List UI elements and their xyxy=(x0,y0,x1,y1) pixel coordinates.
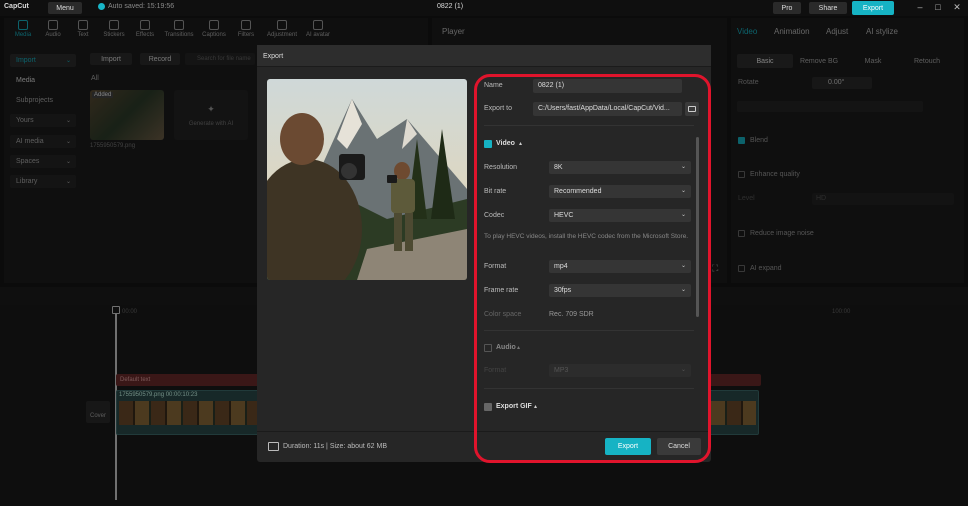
autosave-icon xyxy=(98,3,105,10)
film-icon xyxy=(268,442,279,451)
pro-button[interactable]: Pro xyxy=(773,2,801,14)
dialog-title: Export xyxy=(257,45,711,67)
close-icon[interactable]: ✕ xyxy=(950,2,964,14)
project-title: 0822 (1) xyxy=(437,3,464,10)
maximize-icon[interactable]: □ xyxy=(931,2,945,14)
minimize-icon[interactable]: – xyxy=(913,2,927,14)
app-logo: CapCut xyxy=(4,3,29,10)
autosave-status: Auto saved: 15:19:56 xyxy=(98,3,174,10)
share-button[interactable]: Share xyxy=(809,2,847,14)
duration-size: Duration: 11s | Size: about 62 MB xyxy=(283,443,388,450)
export-button-top[interactable]: Export xyxy=(852,1,894,15)
export-preview-image xyxy=(267,79,467,280)
highlight-frame xyxy=(474,74,711,463)
menu-button[interactable]: Menu xyxy=(48,2,82,14)
autosave-text: Auto saved: 15:19:56 xyxy=(108,3,175,10)
